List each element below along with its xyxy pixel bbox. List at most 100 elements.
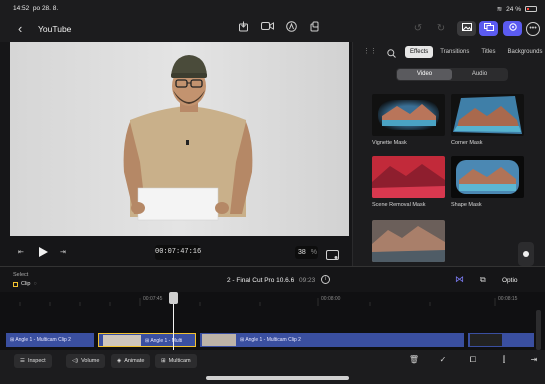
viewer-controls: ⇤ ⇥ 00:07:47:16 38% (0, 240, 352, 266)
slider-knob[interactable] (523, 251, 529, 257)
trash-icon[interactable]: 🗑 (408, 355, 420, 364)
ruler-label: 00:07:45 (143, 296, 163, 302)
options-button[interactable]: Optio (502, 277, 518, 284)
timeline-clip[interactable]: ⊞ Angle 1 - Multicam Clip 2 (6, 333, 94, 347)
tab-backgrounds[interactable]: Backgrounds (502, 46, 545, 58)
segment-video[interactable]: Video (397, 69, 452, 80)
detach-icon[interactable]: ⧠ (467, 355, 479, 365)
play-icon[interactable] (38, 245, 49, 263)
effect-label: Scene Removal Mask (372, 202, 426, 208)
photo-icon (461, 23, 472, 31)
multicam-grid-icon: ⊞ (161, 358, 166, 364)
clip-label: Clip (21, 281, 31, 287)
tab-effects[interactable]: Effects (405, 46, 434, 58)
browser-button[interactable] (479, 21, 498, 36)
effect-scene-removal-mask[interactable]: Scene Removal Mask (372, 156, 445, 208)
status-right: ≋ 24 % (497, 5, 537, 13)
timeline-ruler[interactable]: 00:07:45 00:08:00 00:08:15 (0, 292, 545, 306)
ruler-label: 00:08:00 (321, 296, 341, 302)
volume-label: Volume (81, 358, 100, 364)
undo-icon[interactable]: ↺ (410, 21, 426, 37)
export-icon[interactable] (235, 21, 251, 37)
tab-titles[interactable]: Titles (476, 46, 500, 58)
animate-button[interactable]: ◈ Animate (111, 354, 151, 368)
zoom-unit: % (310, 249, 318, 256)
deselect-icon: ○ (33, 281, 37, 287)
ruler-label: 00:08:15 (498, 296, 518, 302)
effect-thumbnail (451, 156, 524, 198)
timeline-clip[interactable]: ⊞ Angle 1 - Multicam Clip 2 (200, 333, 464, 347)
multicam-button[interactable]: ⊞ Multicam (155, 354, 197, 368)
effect-vignette-mask[interactable]: Vignette Mask (372, 94, 445, 146)
battery-percent: 24 % (506, 5, 521, 13)
inspector-icon (508, 23, 517, 31)
audio-skimming-icon[interactable]: ⧉ (480, 275, 486, 285)
clip-filmstrip (202, 334, 236, 346)
zoom-field[interactable]: 38% (295, 246, 318, 259)
effect-thumbnail (372, 220, 445, 262)
select-label: Select (13, 272, 29, 278)
inspect-button[interactable]: ☰ Inspect (14, 354, 52, 368)
search-icon[interactable] (387, 45, 396, 63)
animate-label: Animate (124, 358, 145, 364)
clip-name: Angle 1 - Multicam Clip 2 (245, 337, 301, 343)
clip-filmstrip (103, 335, 141, 346)
effects-browser: ⋮⋮ Effects Transitions Titles Background… (352, 42, 545, 266)
effect-shape-mask[interactable]: Shape Mask (451, 156, 524, 208)
tab-transitions[interactable]: Transitions (435, 46, 474, 58)
timeline-clip[interactable] (468, 333, 534, 347)
snapping-icon[interactable]: ⋈ (455, 274, 464, 285)
inspector-button[interactable] (503, 21, 522, 36)
video-frame-person (10, 42, 349, 236)
effect-corner-mask[interactable]: Corner Mask (451, 94, 524, 146)
photos-button[interactable] (457, 21, 476, 36)
playhead-handle[interactable] (169, 292, 178, 304)
camera-icon[interactable] (259, 21, 275, 37)
video-audio-segmented-control: Video Audio (396, 68, 508, 81)
effect-label: Shape Mask (451, 202, 482, 208)
selected-timeline-clip[interactable]: ⊞ Angle 1 - Multi (98, 333, 196, 347)
speaker-icon: ◁) (72, 358, 79, 364)
effect-thumbnail (451, 94, 524, 136)
timecode-display[interactable]: 00:07:47:16 (155, 245, 201, 260)
voiceover-icon[interactable] (283, 21, 299, 37)
skip-back-icon[interactable]: ⇤ (18, 248, 24, 256)
clip-name: Angle 1 - Multi (150, 338, 183, 344)
video-viewer[interactable] (10, 42, 349, 236)
timeline-tracks[interactable]: ⊞ Angle 1 - Multicam Clip 2 ⊞ Angle 1 - … (0, 306, 545, 350)
effect-label: Corner Mask (451, 140, 483, 146)
redo-icon[interactable]: ↻ (433, 21, 449, 37)
project-title: YouTube (38, 24, 72, 34)
audio-meter (536, 310, 541, 350)
share-icon[interactable] (306, 21, 322, 37)
segment-audio[interactable]: Audio (452, 69, 507, 80)
effect-mountain[interactable] (372, 220, 445, 266)
effect-thumbnail (372, 94, 445, 136)
split-icon[interactable]: ⫿ (498, 355, 510, 365)
multicam-label: Multicam (168, 358, 191, 364)
inspect-label: Inspect (27, 358, 46, 364)
wifi-icon: ≋ (496, 6, 503, 13)
viewer-options-icon[interactable] (326, 247, 339, 265)
animate-icon: ◈ (117, 358, 122, 364)
clips-icon (483, 23, 494, 31)
status-bar: 14:52 po 28. 8. ≋ 24 % (0, 0, 545, 16)
edge-slider[interactable] (518, 242, 534, 266)
effect-thumbnail (372, 156, 445, 198)
project-duration: 09:23 (299, 277, 316, 284)
zoom-value: 38 (298, 249, 306, 256)
top-toolbar: ‹ YouTube ↺ ↻ ••• (0, 16, 545, 42)
trim-icon[interactable]: ⇥ (528, 355, 540, 364)
volume-button[interactable]: ◁) Volume (66, 354, 106, 368)
more-icon[interactable]: ••• (526, 22, 540, 36)
home-indicator[interactable] (206, 376, 349, 380)
info-icon[interactable]: i (321, 275, 330, 284)
timeline-header: Select Clip ○ 2 - Final Cut Pro 10.6.6 0… (0, 266, 545, 292)
clip-selector[interactable]: Clip ○ (13, 281, 37, 287)
back-chevron-icon[interactable]: ‹ (18, 21, 22, 36)
skip-forward-icon[interactable]: ⇥ (60, 248, 66, 256)
inspect-icon: ☰ (20, 358, 25, 364)
drag-handle-icon[interactable]: ⋮⋮ (363, 47, 377, 55)
status-time: 14:52 po 28. 8. (13, 5, 59, 12)
checkmark-icon[interactable]: ✓ (437, 355, 449, 364)
